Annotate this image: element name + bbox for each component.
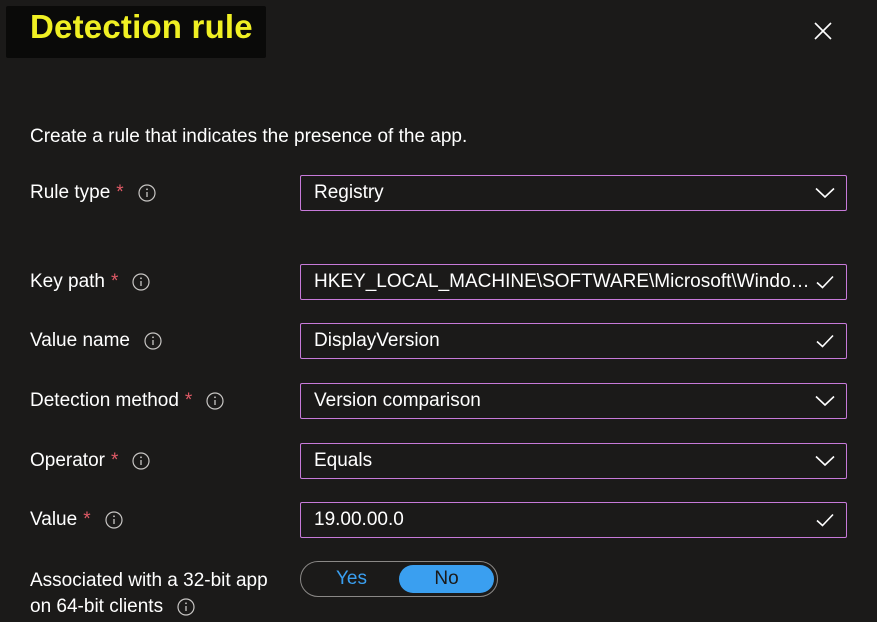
required-marker: * xyxy=(116,182,124,203)
chevron-down-icon xyxy=(812,180,838,206)
key-path-input[interactable]: HKEY_LOCAL_MACHINE\SOFTWARE\Microsoft\Wi… xyxy=(300,264,847,300)
panel-description: Create a rule that indicates the presenc… xyxy=(30,126,468,147)
rule-type-value: Registry xyxy=(314,182,384,203)
value-input[interactable]: 19.00.00.0 xyxy=(300,502,847,538)
operator-row: Operator * Equals xyxy=(30,443,847,479)
detection-method-label: Detection method xyxy=(30,390,179,411)
chevron-down-icon xyxy=(812,388,838,414)
checkmark-icon xyxy=(812,269,838,295)
page-title: Detection rule xyxy=(30,8,253,45)
detection-method-row: Detection method * Version comparison xyxy=(30,383,847,419)
operator-label: Operator xyxy=(30,450,105,471)
info-icon[interactable] xyxy=(138,184,156,202)
toggle-option-no[interactable]: No xyxy=(399,565,494,593)
info-icon[interactable] xyxy=(132,273,151,291)
rule-type-dropdown[interactable]: Registry xyxy=(300,175,847,211)
required-marker: * xyxy=(110,450,119,471)
operator-value: Equals xyxy=(314,450,373,471)
required-marker: * xyxy=(83,509,91,530)
value-row: Value * 19.00.00.0 xyxy=(30,502,847,538)
chevron-down-icon xyxy=(812,448,838,474)
value-name-row: Value name DisplayVersion xyxy=(30,323,847,359)
value-name-value: DisplayVersion xyxy=(314,330,440,351)
close-button[interactable] xyxy=(804,12,842,50)
key-path-value: HKEY_LOCAL_MACHINE\SOFTWARE\Microsoft\Wi… xyxy=(314,271,812,292)
info-icon[interactable] xyxy=(132,452,150,470)
checkmark-icon xyxy=(812,507,838,533)
key-path-label: Key path xyxy=(30,271,105,292)
value-name-label: Value name xyxy=(30,330,130,351)
detection-rule-panel: Detection rule Create a rule that indica… xyxy=(0,0,877,622)
info-icon[interactable] xyxy=(206,392,224,410)
operator-dropdown[interactable]: Equals xyxy=(300,443,847,479)
associated-32bit-label-line2: on 64-bit clients xyxy=(30,596,164,617)
detection-method-dropdown[interactable]: Version comparison xyxy=(300,383,847,419)
info-icon[interactable] xyxy=(104,511,123,529)
rule-type-label: Rule type xyxy=(30,182,111,203)
toggle-option-yes[interactable]: Yes xyxy=(304,565,399,593)
info-icon[interactable] xyxy=(177,598,195,616)
associated-32bit-toggle[interactable]: Yes No xyxy=(300,561,498,597)
key-path-row: Key path * HKEY_LOCAL_MACHINE\SOFTWARE\M… xyxy=(30,264,847,300)
value-value: 19.00.00.0 xyxy=(314,509,404,530)
value-name-input[interactable]: DisplayVersion xyxy=(300,323,847,359)
rule-type-row: Rule type * Registry xyxy=(30,175,847,211)
value-label: Value xyxy=(30,509,78,530)
associated-32bit-label: Associated with a 32-bit app on 64-bit c… xyxy=(30,568,268,620)
required-marker: * xyxy=(111,271,119,292)
checkmark-icon xyxy=(812,328,838,354)
info-icon[interactable] xyxy=(144,332,162,350)
close-icon xyxy=(814,22,832,40)
required-marker: * xyxy=(184,390,193,411)
associated-32bit-label-line1: Associated with a 32-bit app xyxy=(30,570,268,591)
detection-method-value: Version comparison xyxy=(314,390,481,411)
